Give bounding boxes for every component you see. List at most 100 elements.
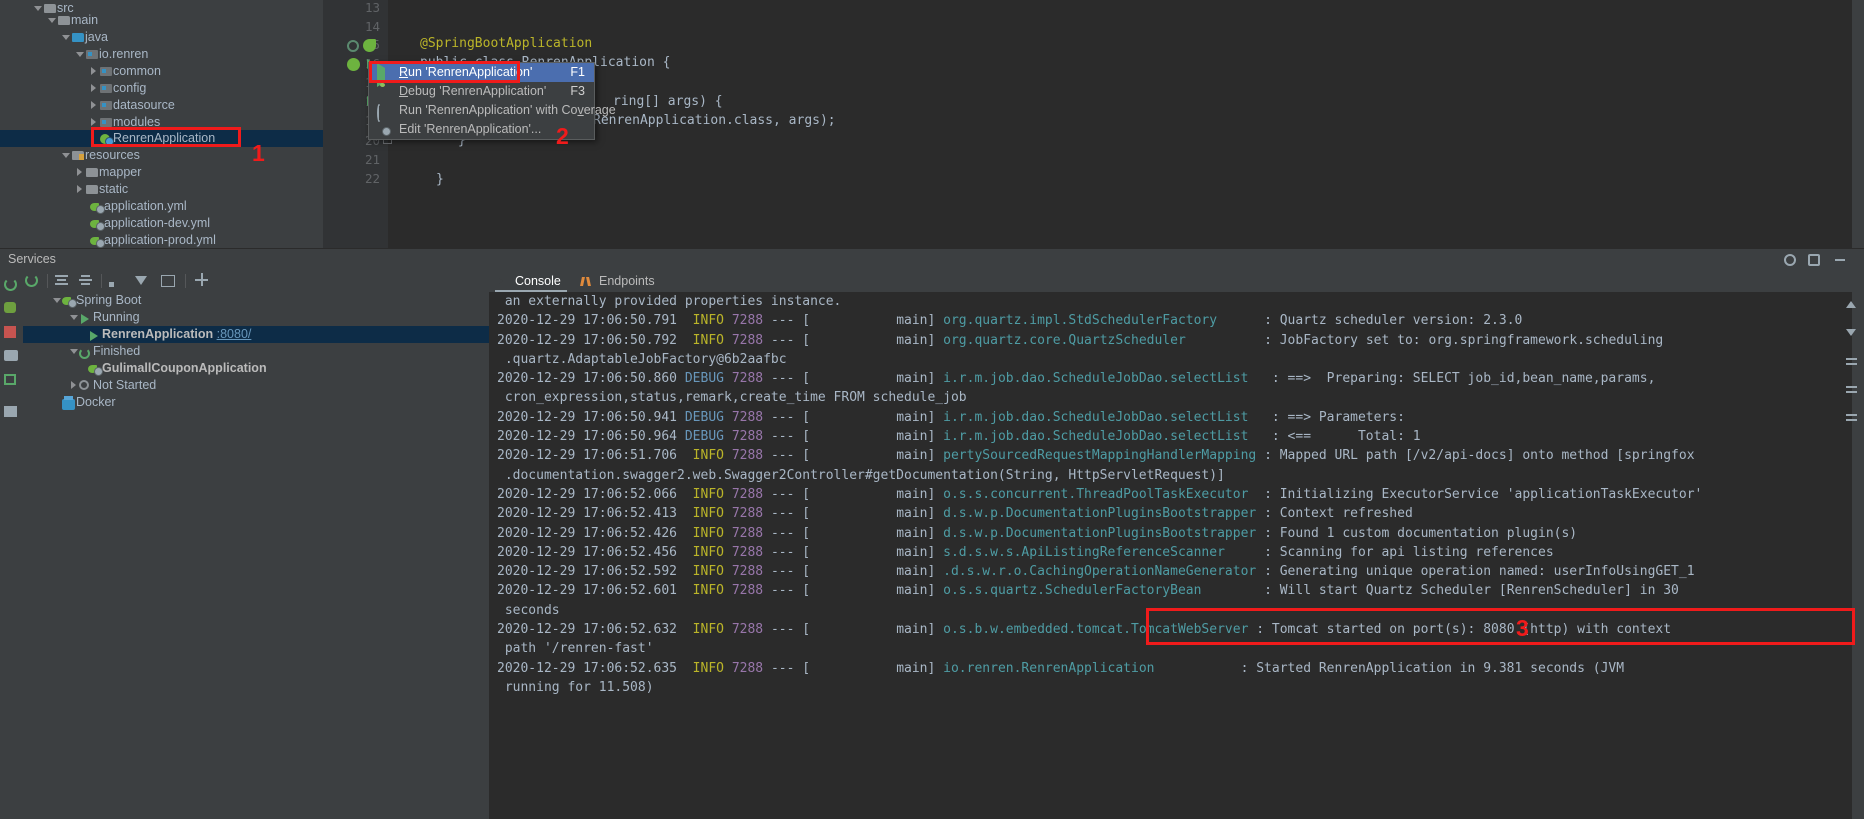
log-line: running for 11.508) <box>497 679 654 695</box>
add-tab-icon[interactable] <box>161 274 176 288</box>
services-row-spring-boot[interactable]: Spring Boot <box>23 292 489 309</box>
tree-row-mapper[interactable]: mapper <box>0 164 323 181</box>
code-line: ring[] args) { <box>613 94 723 109</box>
log-line: 2020-12-29 17:06:50.791 INFO 7288 --- [ … <box>497 313 1523 329</box>
editor-scrollbar[interactable] <box>1852 0 1864 248</box>
expand-all-icon[interactable] <box>55 274 70 288</box>
chevron-right-icon[interactable] <box>90 97 99 114</box>
annotation-number-1: 1 <box>252 140 265 166</box>
log-line: 2020-12-29 17:06:52.635 INFO 7288 --- [ … <box>497 660 1625 676</box>
gear-icon[interactable] <box>1808 254 1820 266</box>
chevron-right-icon[interactable] <box>70 377 79 394</box>
tree-row-java[interactable]: java <box>0 29 323 46</box>
not-started-icon <box>79 377 93 394</box>
chevron-right-icon[interactable] <box>90 114 99 131</box>
filter-icon[interactable] <box>135 274 150 288</box>
package-icon <box>99 63 113 80</box>
tree-item-label: datasource <box>113 98 175 112</box>
tab-endpoints[interactable]: Endpoints <box>579 270 669 292</box>
group-by-icon[interactable] <box>109 274 124 341</box>
services-row-running[interactable]: Running <box>23 309 489 326</box>
stop-icon[interactable] <box>4 326 19 341</box>
collapse-all-icon[interactable] <box>79 274 94 288</box>
camera-icon[interactable] <box>4 350 19 365</box>
print-icon[interactable] <box>1846 410 1860 424</box>
console-scrollbar[interactable] <box>1846 292 1864 819</box>
package-icon <box>85 46 99 63</box>
scroll-to-end-icon[interactable] <box>1846 382 1860 396</box>
console-tab-bar[interactable]: Console Endpoints <box>489 270 1864 292</box>
code-line: @SpringBootApplication <box>420 36 593 51</box>
tree-row-resources[interactable]: resources <box>0 147 323 164</box>
run-icon <box>88 326 102 343</box>
tree-item-label: java <box>85 30 108 44</box>
chevron-down-icon[interactable] <box>70 343 79 360</box>
spring-gutter-icon[interactable] <box>363 39 376 52</box>
chevron-down-icon[interactable] <box>76 46 85 63</box>
tree-row-application-yml[interactable]: application.yml <box>0 198 323 215</box>
scroll-up-icon[interactable] <box>1846 298 1860 312</box>
tree-row-application-dev-yml[interactable]: application-dev.yml <box>0 215 323 232</box>
services-row-label: Finished <box>93 344 141 358</box>
log-line: 2020-12-29 17:06:51.706 INFO 7288 --- [ … <box>497 448 1695 464</box>
service-port-link[interactable]: :8080/ <box>217 327 252 341</box>
menu-item-debug[interactable]: Debug 'RenrenApplication' F3 <box>369 82 594 101</box>
tree-row-io-renren[interactable]: io.renren <box>0 46 323 63</box>
folder-icon <box>85 164 99 181</box>
rerun-icon[interactable] <box>4 278 19 293</box>
tree-item-label: mapper <box>99 165 142 179</box>
menu-item-label: Run 'RenrenApplication' with Coverage <box>399 103 616 117</box>
tree-row-renren-application[interactable]: RenrenApplication <box>0 130 323 147</box>
chevron-down-icon[interactable] <box>53 292 62 309</box>
chevron-down-icon[interactable] <box>62 147 71 164</box>
tree-row-config[interactable]: config <box>0 80 323 97</box>
tree-row-application-prod-yml[interactable]: application-prod.yml <box>0 232 323 249</box>
add-service-icon[interactable] <box>195 273 210 288</box>
services-row-renren-application[interactable]: RenrenApplication :8080/ <box>23 326 489 343</box>
services-row-label: Docker <box>76 395 116 409</box>
services-row-label: Running <box>93 310 140 324</box>
services-row-finished[interactable]: Finished <box>23 343 489 360</box>
tree-row-common[interactable]: common <box>0 63 323 80</box>
console-output[interactable]: an externally provided properties instan… <box>489 292 1852 819</box>
chevron-right-icon[interactable] <box>90 63 99 80</box>
tree-row-main[interactable]: main <box>0 12 323 29</box>
tab-console[interactable]: Console <box>495 270 567 292</box>
tree-row-static[interactable]: static <box>0 181 323 198</box>
chevron-right-icon[interactable] <box>90 80 99 97</box>
tree-item-label: modules <box>113 115 161 129</box>
package-icon <box>99 114 113 131</box>
project-tree[interactable]: src x main java io.renren common config <box>0 0 323 248</box>
settings-gear-icon[interactable] <box>1784 254 1796 266</box>
run-icon <box>377 63 390 87</box>
code-area[interactable]: @SpringBootApplication public class Renr… <box>388 0 1864 248</box>
chevron-right-icon[interactable] <box>76 181 85 198</box>
chevron-down-icon[interactable] <box>62 29 71 46</box>
chevron-down-icon[interactable] <box>48 12 57 29</box>
spring-boot-gutter-icon[interactable] <box>347 58 360 71</box>
scroll-down-icon[interactable] <box>1846 326 1860 340</box>
chevron-right-icon[interactable] <box>76 164 85 181</box>
debug-icon[interactable] <box>4 302 19 317</box>
layout-icon[interactable] <box>4 406 19 421</box>
tree-row-modules[interactable]: modules <box>0 114 323 131</box>
folder-icon <box>57 12 71 29</box>
refresh-icon[interactable] <box>25 274 40 288</box>
tab-label: Endpoints <box>599 274 655 288</box>
services-action-strip[interactable] <box>0 270 23 819</box>
services-row-docker[interactable]: Docker <box>23 394 489 411</box>
export-icon[interactable] <box>4 374 19 389</box>
services-toolbar[interactable] <box>23 270 489 341</box>
bean-gutter-icon[interactable] <box>347 40 359 52</box>
services-row-gulimall-coupon-application[interactable]: GulimallCouponApplication <box>23 360 489 377</box>
services-row-not-started[interactable]: Not Started <box>23 377 489 394</box>
chevron-down-icon[interactable] <box>70 309 79 326</box>
hide-window-icon[interactable] <box>1834 254 1846 266</box>
services-tree[interactable]: Spring Boot Running RenrenApplication :8… <box>23 292 489 819</box>
menu-item-run[interactable]: RRun 'RenrenApplication'un 'RenrenApplic… <box>369 63 594 87</box>
edit-config-icon <box>377 123 390 136</box>
menu-item-run-with-coverage[interactable]: Run 'RenrenApplication' with Coverage <box>369 101 616 122</box>
tree-row-datasource[interactable]: datasource <box>0 97 323 114</box>
log-line: 2020-12-29 17:06:52.601 INFO 7288 --- [ … <box>497 583 1679 599</box>
soft-wrap-icon[interactable] <box>1846 354 1860 368</box>
